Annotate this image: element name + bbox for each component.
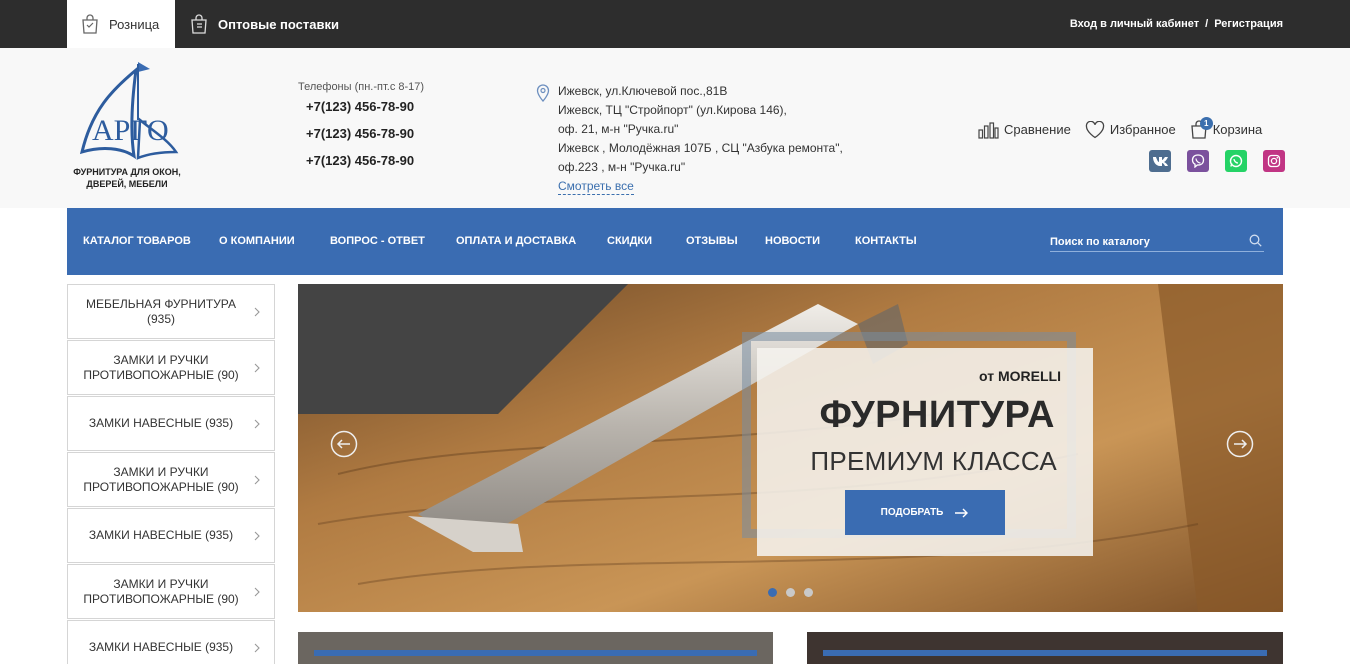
slider-dot[interactable] (786, 588, 795, 597)
slider-prev-button[interactable] (330, 430, 358, 458)
nav-item-reviews[interactable]: ОТЗЫВЫ (686, 208, 738, 275)
address-line: Ижевск, ул.Ключевой пос.,81В (558, 84, 728, 98)
sidebar-item-label: ЗАМКИ И РУЧКИ ПРОТИВОПОЖАРНЫЕ (90) (83, 464, 239, 494)
social-links (1149, 150, 1301, 172)
header-utilities: Сравнение Избранное 1 Корзина (978, 117, 1276, 139)
nav-item-news[interactable]: НОВОСТИ (765, 208, 820, 275)
sidebar-item-fire-locks[interactable]: ЗАМКИ И РУЧКИ ПРОТИВОПОЖАРНЫЕ (90) (67, 452, 275, 507)
compare-chart-icon (978, 121, 999, 139)
address-line: Ижевск, ТЦ "Стройпорт" (ул.Кирова 146), (558, 103, 787, 117)
slider-dot[interactable] (768, 588, 777, 597)
nav-item-about[interactable]: О КОМПАНИИ (219, 208, 295, 275)
cart-link[interactable]: 1 Корзина (1190, 117, 1263, 139)
tile-accent-strip (314, 650, 757, 656)
chevron-right-icon (254, 587, 260, 596)
search-icon[interactable] (1249, 234, 1262, 247)
logo-tagline-line: ФУРНИТУРА ДЛЯ ОКОН, (73, 167, 181, 177)
sidebar-item-fire-locks[interactable]: ЗАМКИ И РУЧКИ ПРОТИВОПОЖАРНЫЕ (90) (67, 564, 275, 619)
sidebar-item-furniture[interactable]: МЕБЕЛЬНАЯ ФУРНИТУРА (935) (67, 284, 275, 339)
logo-text: АРГО (92, 114, 169, 147)
tab-retail-label: Розница (109, 16, 160, 32)
main-nav: КАТАЛОГ ТОВАРОВ О КОМПАНИИ ВОПРОС - ОТВЕ… (67, 208, 1283, 275)
instagram-icon[interactable] (1263, 150, 1285, 172)
phones-label: Телефоны (пн.-пт.с 8-17) (298, 81, 425, 93)
sidebar-item-label: ЗАМКИ НАВЕСНЫЕ (935) (88, 416, 234, 430)
nav-item-contacts[interactable]: КОНТАКТЫ (855, 208, 917, 275)
sidebar-item-label: МЕБЕЛЬНАЯ ФУРНИТУРА (935) (86, 296, 236, 326)
logo-tagline: ФУРНИТУРА ДЛЯ ОКОН, ДВЕРЕЙ, МЕБЕЛИ (68, 166, 186, 190)
account-links: Вход в личный кабинет / Регистрация (1070, 0, 1283, 48)
sidebar-item-padlocks[interactable]: ЗАМКИ НАВЕСНЫЕ (935) (67, 508, 275, 563)
promo-subtitle: ПРЕМИУМ КЛАССА (810, 446, 1057, 476)
slider-next-button[interactable] (1226, 430, 1254, 458)
sidebar-item-label: ЗАМКИ НАВЕСНЫЕ (935) (88, 640, 234, 654)
phone-number[interactable]: +7(123) 456-78-90 (306, 120, 424, 147)
nav-item-faq[interactable]: ВОПРОС - ОТВЕТ (330, 208, 425, 275)
login-link[interactable]: Вход в личный кабинет (1070, 18, 1199, 30)
promo-tile[interactable] (807, 632, 1283, 664)
favorites-label: Избранное (1109, 122, 1176, 137)
nav-item-discounts[interactable]: СКИДКИ (607, 208, 652, 275)
map-pin-icon (536, 84, 550, 102)
address-line: оф. 21, м-н "Ручка.ru" (558, 122, 679, 136)
nav-item-catalog[interactable]: КАТАЛОГ ТОВАРОВ (83, 208, 191, 275)
logo-tagline-line: ДВЕРЕЙ, МЕБЕЛИ (86, 179, 168, 189)
nav-item-payment-delivery[interactable]: ОПЛАТА И ДОСТАВКА (456, 208, 576, 275)
sidebar-item-label: ЗАМКИ И РУЧКИ ПРОТИВОПОЖАРНЫЕ (90) (83, 576, 239, 606)
search-input[interactable] (1050, 236, 1240, 248)
heart-icon (1085, 120, 1104, 138)
favorites-link[interactable]: Избранное (1085, 120, 1176, 139)
logo[interactable]: АРГО ФУРНИТУРА ДЛЯ ОКОН, ДВЕРЕЙ, МЕБЕЛИ (68, 60, 186, 190)
arrow-right-icon (955, 508, 969, 517)
cart-count-badge: 1 (1199, 117, 1213, 130)
compare-label: Сравнение (1004, 122, 1071, 137)
chevron-right-icon (254, 475, 260, 484)
chevron-right-icon (254, 307, 260, 316)
chevron-right-icon (254, 531, 260, 540)
compare-link[interactable]: Сравнение (978, 121, 1071, 139)
tab-wholesale[interactable]: Оптовые поставки (186, 0, 366, 48)
account-separator: / (1205, 18, 1209, 30)
tile-accent-strip (823, 650, 1267, 656)
sidebar-item-padlocks[interactable]: ЗАМКИ НАВЕСНЫЕ (935) (67, 620, 275, 664)
address-line: оф.223 , м-н "Ручка.ru" (558, 160, 686, 174)
slider-dots (768, 588, 822, 597)
show-all-addresses-link[interactable]: Смотреть все (558, 179, 634, 195)
address-line: Ижевск , Молодёжная 107Б , СЦ "Азбука ре… (558, 141, 843, 155)
cart-label: Корзина (1212, 122, 1263, 137)
shopping-bag-icon (82, 14, 98, 34)
select-button-label: ПОДОБРАТЬ (880, 507, 944, 518)
phones-block: Телефоны (пн.-пт.с 8-17) +7(123) 456-78-… (298, 81, 424, 174)
chevron-right-icon (254, 363, 260, 372)
shopping-bag-icon (191, 14, 207, 34)
hero-slider: от MORELLI ФУРНИТУРА ПРЕМИУМ КЛАССА ПОДО… (298, 284, 1283, 612)
phone-number[interactable]: +7(123) 456-78-90 (306, 93, 424, 120)
promo-tile[interactable] (298, 632, 773, 664)
sidebar-item-label: ЗАМКИ И РУЧКИ ПРОТИВОПОЖАРНЫЕ (90) (83, 352, 239, 382)
promo-title: ФУРНИТУРА (819, 394, 1055, 436)
phone-number[interactable]: +7(123) 456-78-90 (306, 147, 424, 174)
promo-box: от MORELLI ФУРНИТУРА ПРЕМИУМ КЛАССА ПОДО… (757, 348, 1093, 556)
sidebar-item-label: ЗАМКИ НАВЕСНЫЕ (935) (88, 528, 234, 542)
logo-sail-icon: АРГО (79, 62, 179, 160)
promo-brand: от MORELLI (979, 368, 1061, 384)
viber-icon[interactable] (1187, 150, 1209, 172)
sidebar-item-padlocks[interactable]: ЗАМКИ НАВЕСНЫЕ (935) (67, 396, 275, 451)
category-sidebar: МЕБЕЛЬНАЯ ФУРНИТУРА (935) ЗАМКИ И РУЧКИ … (67, 284, 275, 664)
register-link[interactable]: Регистрация (1214, 18, 1283, 30)
vk-icon[interactable] (1149, 150, 1171, 172)
top-bar: Розница Оптовые поставки Вход в личный к… (0, 0, 1350, 48)
select-button[interactable]: ПОДОБРАТЬ (845, 490, 1005, 535)
chevron-right-icon (254, 643, 260, 652)
tab-wholesale-label: Оптовые поставки (218, 16, 339, 32)
tab-retail[interactable]: Розница (67, 0, 175, 48)
sidebar-item-fire-locks[interactable]: ЗАМКИ И РУЧКИ ПРОТИВОПОЖАРНЫЕ (90) (67, 340, 275, 395)
slider-dot[interactable] (804, 588, 813, 597)
chevron-right-icon (254, 419, 260, 428)
catalog-search (1050, 232, 1264, 252)
whatsapp-icon[interactable] (1225, 150, 1247, 172)
